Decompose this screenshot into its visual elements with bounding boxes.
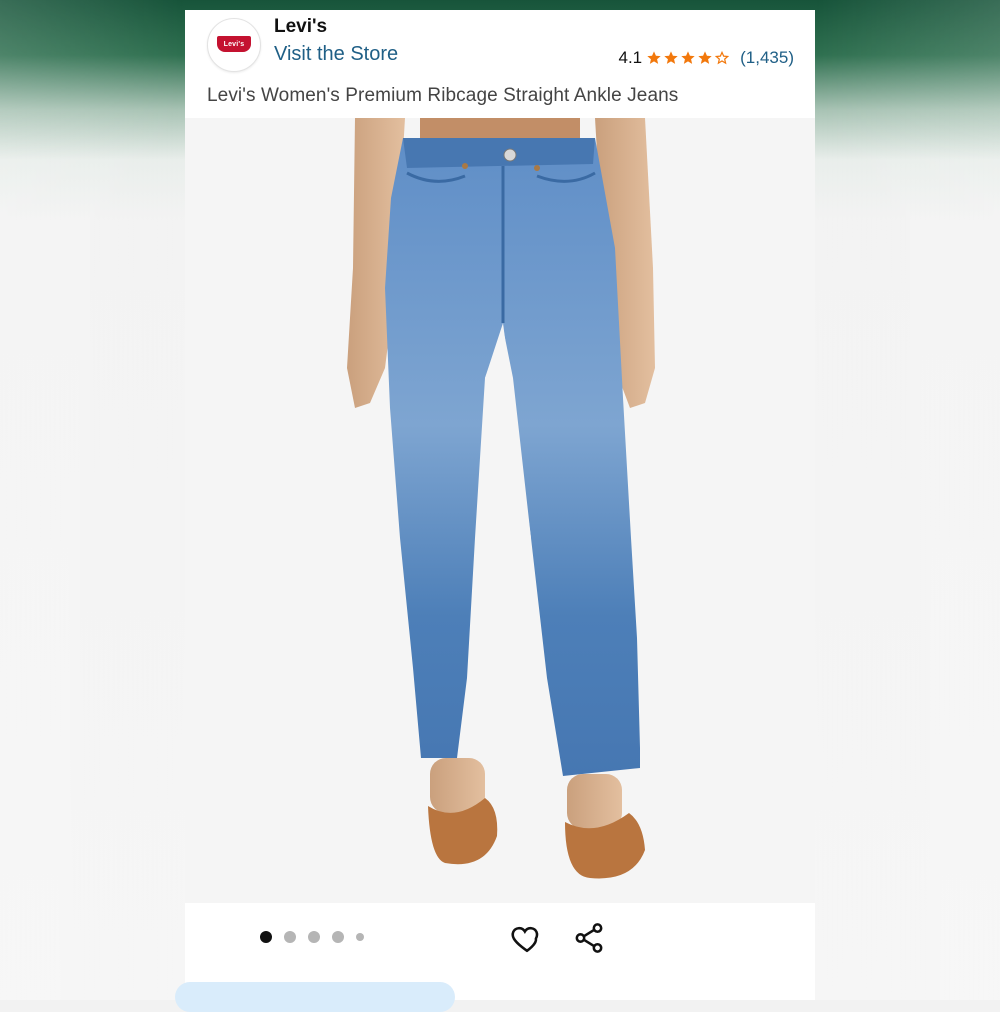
brand-name: Levi's	[274, 16, 328, 37]
star-full-icon	[681, 51, 695, 64]
levis-logo-icon: Levi's	[217, 36, 251, 52]
star-empty-icon	[714, 50, 730, 65]
rating-summary[interactable]: 4.1 (1,435)	[618, 48, 794, 68]
carousel-dot-active[interactable]	[260, 931, 272, 943]
jeans-photo	[347, 118, 655, 879]
background-right	[815, 0, 1000, 1000]
star-full-icon	[647, 51, 661, 64]
visit-store-link[interactable]: Visit the Store	[274, 43, 398, 66]
carousel-dot[interactable]	[356, 933, 364, 941]
carousel-indicator	[260, 931, 364, 943]
brand-logo[interactable]: Levi's	[207, 18, 261, 72]
bottom-action-pill[interactable]	[175, 982, 455, 1012]
product-title: Levi's Women's Premium Ribcage Straight …	[207, 85, 679, 106]
star-full-icon	[664, 51, 678, 64]
star-rating	[646, 50, 730, 66]
wishlist-button[interactable]	[510, 921, 544, 955]
carousel-dot[interactable]	[308, 931, 320, 943]
rating-value: 4.1	[618, 48, 643, 67]
heart-icon	[511, 926, 539, 953]
rating-count: (1,435)	[740, 48, 794, 67]
carousel-dot[interactable]	[284, 931, 296, 943]
carousel-dot[interactable]	[332, 931, 344, 943]
product-card: Levi's Levi's Visit the Store 4.1 (1,435…	[185, 10, 815, 1000]
star-full-icon	[698, 51, 712, 64]
share-icon	[575, 923, 603, 953]
share-button[interactable]	[572, 921, 606, 955]
product-header: Levi's Levi's Visit the Store 4.1 (1,435…	[185, 10, 815, 118]
product-image-carousel[interactable]	[185, 118, 815, 903]
background-left	[0, 0, 185, 1000]
